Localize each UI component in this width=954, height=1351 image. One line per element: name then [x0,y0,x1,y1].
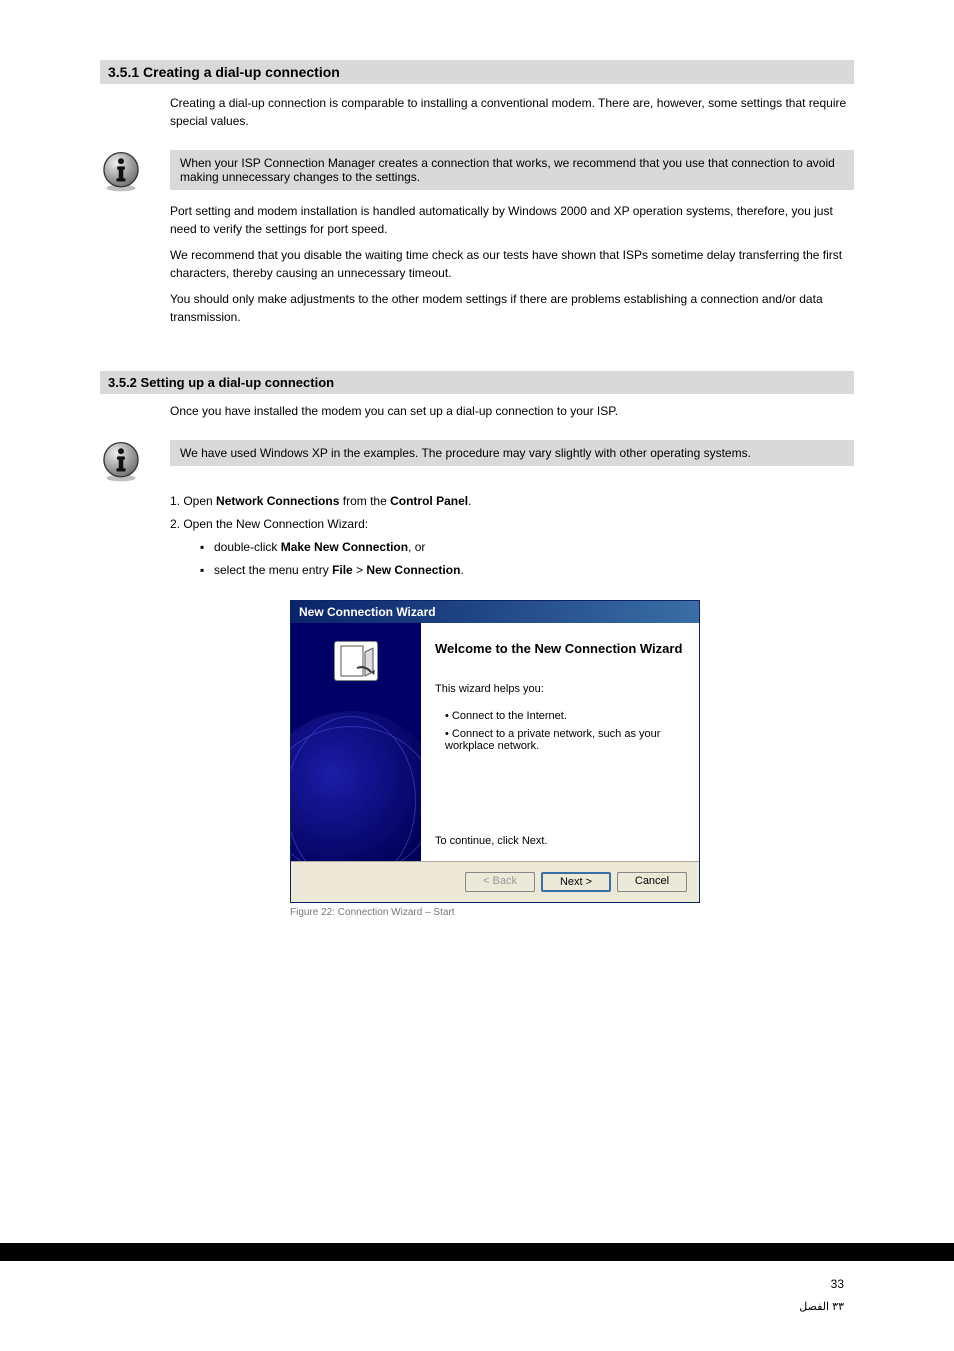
wizard-body: Welcome to the New Connection Wizard Thi… [291,623,699,861]
s2b-b1: File [332,563,353,577]
wb2: Connect to a private network, such as yo… [445,728,660,752]
page-number: 33 [831,1277,844,1291]
s2b-end: . [460,563,463,577]
s2b-pre: select the menu entry [214,563,332,577]
s2b-mid: > [353,563,367,577]
s2a-b: Make New Connection [281,540,408,554]
section1-intro: Creating a dial-up connection is compara… [170,94,854,130]
step2-text: Open the New Connection Wizard: [183,517,368,531]
cancel-button[interactable]: Cancel [617,872,687,892]
step1-b2: Control Panel [390,494,468,508]
step-list: 1. Open Network Connections from the Con… [170,492,854,580]
step-2b: ▪select the menu entry File > New Connec… [200,561,854,580]
wizard-heading: Welcome to the New Connection Wizard [435,641,685,656]
wizard-bullet-1: • Connect to the Internet. [445,710,685,722]
wizard-continue: To continue, click Next. [435,835,685,847]
document-icon [334,641,378,681]
wb1: Connect to the Internet. [452,710,567,722]
section1-para3: We recommend that you disable the waitin… [170,246,854,282]
s2a-pre: double-click [214,540,281,554]
wizard-window: New Connection Wizard Welcome to the [290,600,700,903]
step1-pre: Open [183,494,216,508]
wizard-bullets: • Connect to the Internet. • Connect to … [445,704,685,758]
wizard-helps: This wizard helps you: [435,683,685,695]
step1-mid: from the [339,494,390,508]
section-heading-351: 3.5.1 Creating a dial-up connection [100,60,854,84]
wizard-titlebar: New Connection Wizard [291,601,699,623]
step-2-sublist: ▪double-click Make New Connection, or ▪s… [200,538,854,579]
step-2: 2. Open the New Connection Wizard: [170,515,854,534]
back-button[interactable]: < Back [465,872,535,892]
section1-para4: You should only make adjustments to the … [170,290,854,326]
info-icon-wrap-2 [100,440,170,482]
note-row-1: When your ISP Connection Manager creates… [100,150,854,192]
info-icon-wrap [100,150,170,192]
figure-caption: Figure 22: Connection Wizard – Start [290,907,854,918]
info-icon [100,440,142,482]
wizard-main: Welcome to the New Connection Wizard Thi… [421,623,699,861]
section1-para2: Port setting and modem installation is h… [170,202,854,238]
section2-intro: Once you have installed the modem you ca… [170,402,854,420]
s2a-end: , or [408,540,425,554]
arabic-footer: ٣٣ الفصل [799,1300,844,1313]
step-1: 1. Open Network Connections from the Con… [170,492,854,511]
wizard-footer: < Back Next > Cancel [291,861,699,902]
wizard-sidebar [291,623,421,861]
wizard-figure: New Connection Wizard Welcome to the [290,600,854,918]
page: 3.5.1 Creating a dial-up connection Crea… [0,0,954,1351]
globe-graphic [291,711,421,861]
note-bar-1: When your ISP Connection Manager creates… [170,150,854,190]
step-2a: ▪double-click Make New Connection, or [200,538,854,557]
info-icon [100,150,142,192]
step1-end: . [468,494,471,508]
wizard-bullet-2: • Connect to a private network, such as … [445,728,685,752]
section-heading-352: 3.5.2 Setting up a dial-up connection [100,371,854,394]
note-row-2: We have used Windows XP in the examples.… [100,440,854,482]
s2b-b2: New Connection [366,563,460,577]
note-bar-2: We have used Windows XP in the examples.… [170,440,854,466]
next-button[interactable]: Next > [541,872,611,892]
step1-b1: Network Connections [216,494,339,508]
page-footer-bar [0,1243,954,1261]
